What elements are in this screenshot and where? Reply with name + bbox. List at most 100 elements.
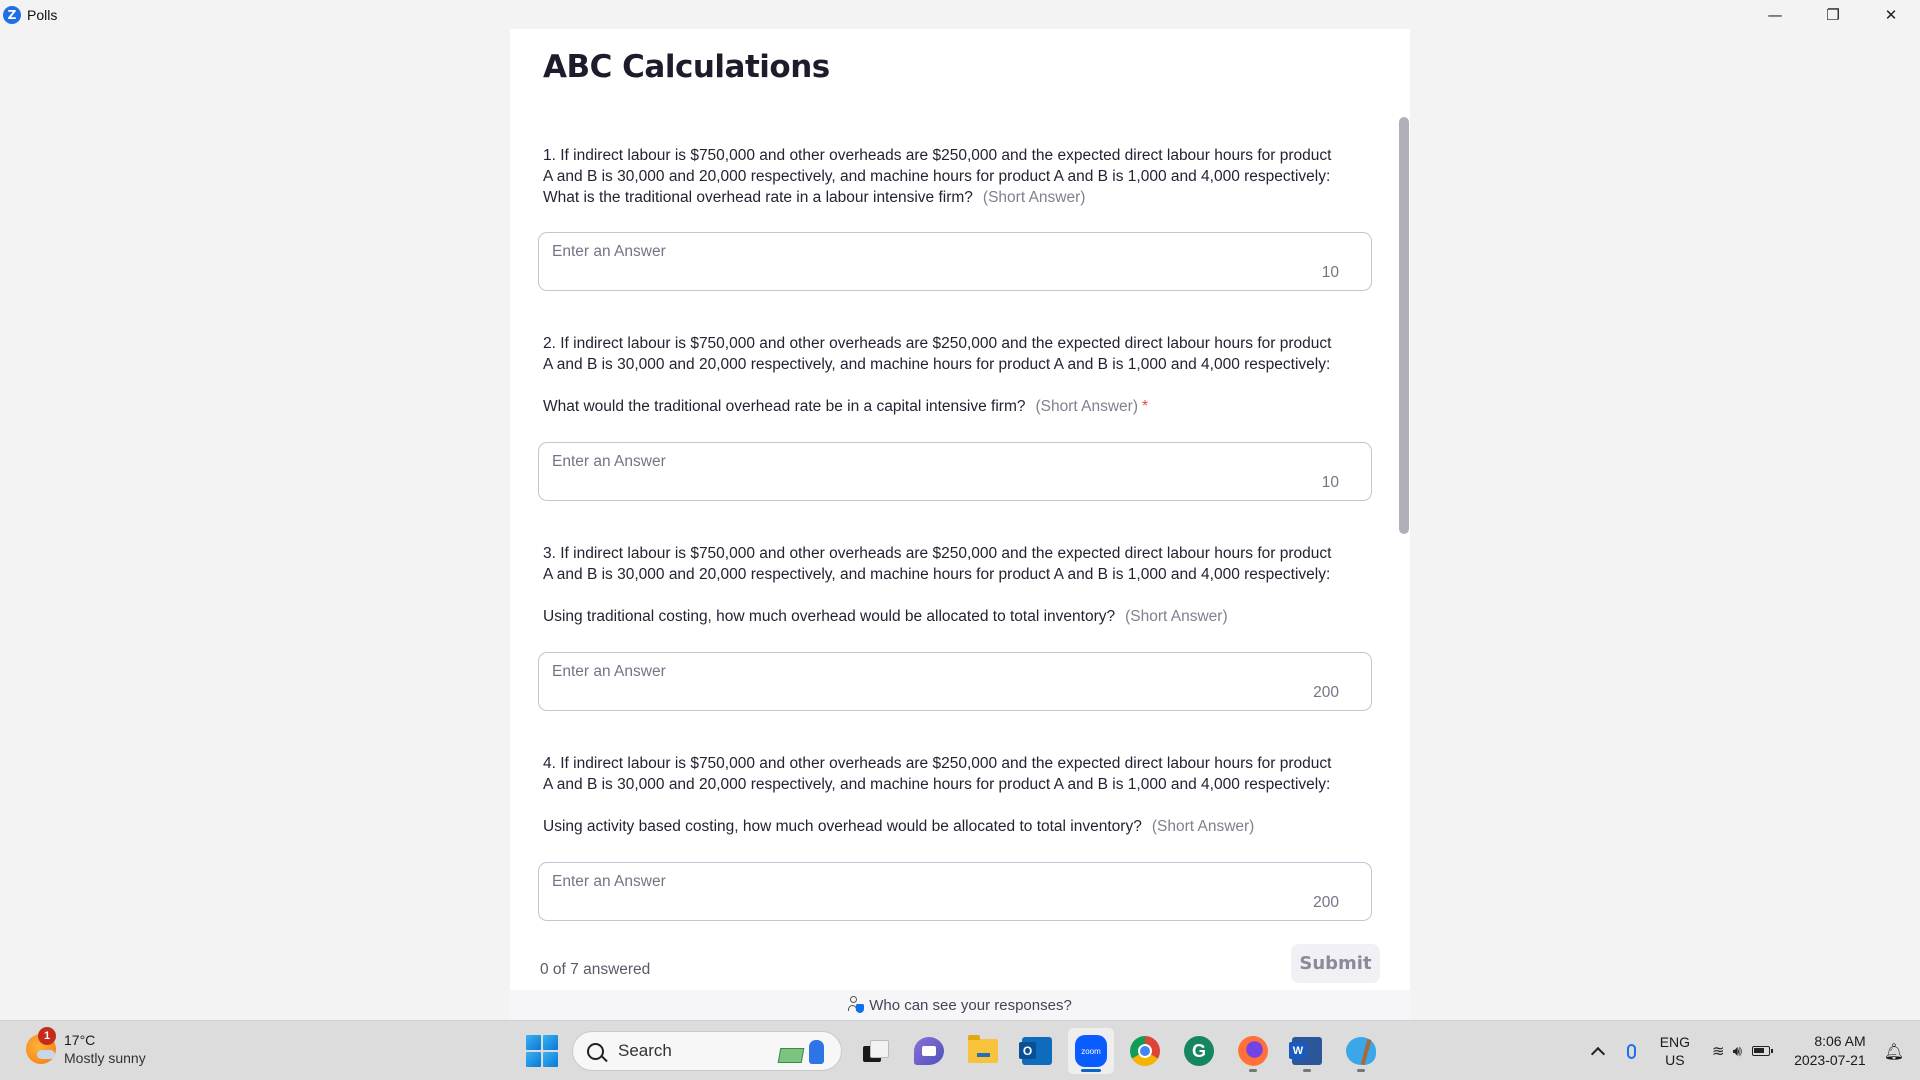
clock-date: 2023-07-21: [1794, 1052, 1866, 1068]
question-1: 1. If indirect labour is $750,000 and ot…: [543, 145, 1343, 208]
question-2: 2. If indirect labour is $750,000 and ot…: [543, 333, 1343, 417]
question-text: 2. If indirect labour is $750,000 and ot…: [543, 335, 1332, 373]
wifi-icon: ≋: [1712, 1042, 1725, 1060]
taskbar-chrome[interactable]: [1122, 1028, 1168, 1074]
response-visibility-link[interactable]: Who can see your responses?: [510, 990, 1410, 1020]
submit-button[interactable]: Submit: [1291, 944, 1380, 983]
taskbar-zoom[interactable]: zoom: [1068, 1028, 1114, 1074]
answer-box-2[interactable]: 10: [538, 442, 1372, 501]
scrollbar-thumb[interactable]: [1399, 117, 1409, 534]
partly-sunny-icon: 1: [26, 1027, 56, 1064]
notification-badge: 1: [38, 1027, 56, 1045]
clock-time: 8:06 AM: [1814, 1033, 1866, 1049]
required-asterisk: *: [1142, 398, 1149, 415]
minimize-button[interactable]: —: [1746, 0, 1804, 29]
question-text: 1. If indirect labour is $750,000 and ot…: [543, 145, 1343, 208]
question-type-label: (Short Answer): [1151, 818, 1255, 835]
question-prompt-text: Using activity based costing, how much o…: [543, 818, 1142, 835]
word-icon: [1289, 1037, 1322, 1065]
answered-count: 0 of 7 answered: [540, 961, 651, 978]
taskbar-file-explorer[interactable]: [960, 1028, 1006, 1074]
firefox-icon: [1238, 1036, 1268, 1066]
char-limit: 200: [1313, 684, 1339, 701]
visibility-link-text[interactable]: Who can see your responses?: [869, 997, 1072, 1014]
quick-settings-button[interactable]: ≋ 🔊︎: [1712, 1042, 1774, 1060]
paint-icon: [1346, 1037, 1376, 1065]
zoom-logo-icon: Z: [3, 5, 21, 24]
search-label: Search: [618, 1041, 672, 1060]
question-type-label: (Short Answer): [1035, 398, 1139, 415]
language-code: ENG: [1659, 1034, 1691, 1050]
question-prompt: What would the traditional overhead rate…: [543, 396, 1343, 417]
weather-condition: Mostly sunny: [64, 1050, 146, 1066]
grammarly-icon: G: [1184, 1036, 1214, 1066]
question-prompt: Using traditional costing, how much over…: [543, 606, 1343, 627]
taskbar: 1 17°C Mostly sunny Search zoom G ENG: [0, 1020, 1920, 1080]
taskbar-word[interactable]: [1284, 1028, 1330, 1074]
restore-button[interactable]: ❐: [1804, 0, 1862, 29]
battery-icon: [1752, 1046, 1774, 1056]
taskbar-outlook[interactable]: [1014, 1028, 1060, 1074]
close-button[interactable]: ✕: [1862, 0, 1920, 29]
char-limit: 10: [1321, 264, 1339, 281]
questions-list: 1. If indirect labour is $750,000 and ot…: [510, 114, 1410, 924]
question-type-label: (Short Answer): [982, 189, 1086, 206]
search-highlight-illustration-icon: [771, 1038, 831, 1066]
answer-input-1[interactable]: [552, 243, 1252, 261]
region-code: US: [1665, 1052, 1685, 1068]
char-limit: 200: [1313, 894, 1339, 911]
running-indicator: [1357, 1069, 1365, 1072]
running-indicator: [1081, 1069, 1101, 1072]
zoom-icon: zoom: [1075, 1035, 1107, 1067]
start-button[interactable]: [526, 1035, 558, 1067]
notification-snooze-icon: 🔔︎: [1883, 1041, 1904, 1061]
answer-input-4[interactable]: [552, 873, 1252, 891]
window-controls: — ❐ ✕: [1746, 0, 1920, 29]
question-3: 3. If indirect labour is $750,000 and ot…: [543, 543, 1343, 627]
answer-input-3[interactable]: [552, 663, 1252, 681]
answer-box-3[interactable]: 200: [538, 652, 1372, 711]
question-body: 1. If indirect labour is $750,000 and ot…: [543, 147, 1332, 206]
question-prompt: Using activity based costing, how much o…: [543, 816, 1343, 837]
chevron-up-icon: [1590, 1046, 1605, 1061]
poll-panel: ABC Calculations 1. If indirect labour i…: [510, 29, 1410, 1020]
question-type-label: (Short Answer): [1125, 608, 1228, 625]
answer-input-2[interactable]: [552, 453, 1252, 471]
window-titlebar: Z Polls — ❐ ✕: [0, 0, 1920, 29]
teams-chat-icon: [914, 1037, 944, 1065]
poll-title: ABC Calculations: [543, 49, 830, 85]
user-shield-icon: [848, 996, 865, 1014]
notifications-button[interactable]: 🔔︎: [1884, 1042, 1904, 1061]
running-indicator: [1249, 1069, 1257, 1072]
taskbar-firefox[interactable]: [1230, 1028, 1276, 1074]
file-explorer-icon: [968, 1035, 998, 1063]
taskbar-task-view[interactable]: [852, 1028, 898, 1074]
question-text: 4. If indirect labour is $750,000 and ot…: [543, 755, 1332, 793]
char-limit: 10: [1321, 474, 1339, 491]
weather-widget[interactable]: 1 17°C Mostly sunny: [26, 1027, 146, 1067]
search-icon: [587, 1042, 604, 1060]
question-prompt-text: What would the traditional overhead rate…: [543, 398, 1026, 415]
taskbar-teams-chat[interactable]: [906, 1028, 952, 1074]
answer-box-4[interactable]: 200: [538, 862, 1372, 921]
outlook-icon: [1019, 1037, 1052, 1065]
question-4: 4. If indirect labour is $750,000 and ot…: [543, 753, 1343, 837]
weather-text: 17°C Mostly sunny: [64, 1031, 146, 1067]
taskbar-grammarly[interactable]: G: [1176, 1028, 1222, 1074]
show-hidden-icons-button[interactable]: [1590, 1044, 1605, 1061]
answer-box-1[interactable]: 10: [538, 232, 1372, 291]
clock[interactable]: 8:06 AM 2023-07-21: [1794, 1032, 1866, 1070]
volume-icon: 🔊︎: [1732, 1042, 1743, 1060]
system-tray: ENG US ≋ 🔊︎ 8:06 AM 2023-07-21 🔔︎: [1585, 1021, 1920, 1080]
running-indicator: [1303, 1069, 1311, 1072]
chrome-icon: [1130, 1036, 1160, 1066]
window-title: Polls: [27, 6, 58, 23]
question-prompt-text: Using traditional costing, how much over…: [543, 608, 1116, 625]
question-text: 3. If indirect labour is $750,000 and ot…: [543, 545, 1332, 583]
language-indicator[interactable]: ENG US: [1660, 1033, 1690, 1069]
taskbar-apps: Search zoom G: [526, 1021, 1388, 1080]
task-view-icon: [863, 1040, 889, 1062]
microphone-button[interactable]: [1626, 1043, 1636, 1059]
taskbar-paint[interactable]: [1338, 1028, 1384, 1074]
taskbar-search[interactable]: Search: [572, 1031, 842, 1071]
